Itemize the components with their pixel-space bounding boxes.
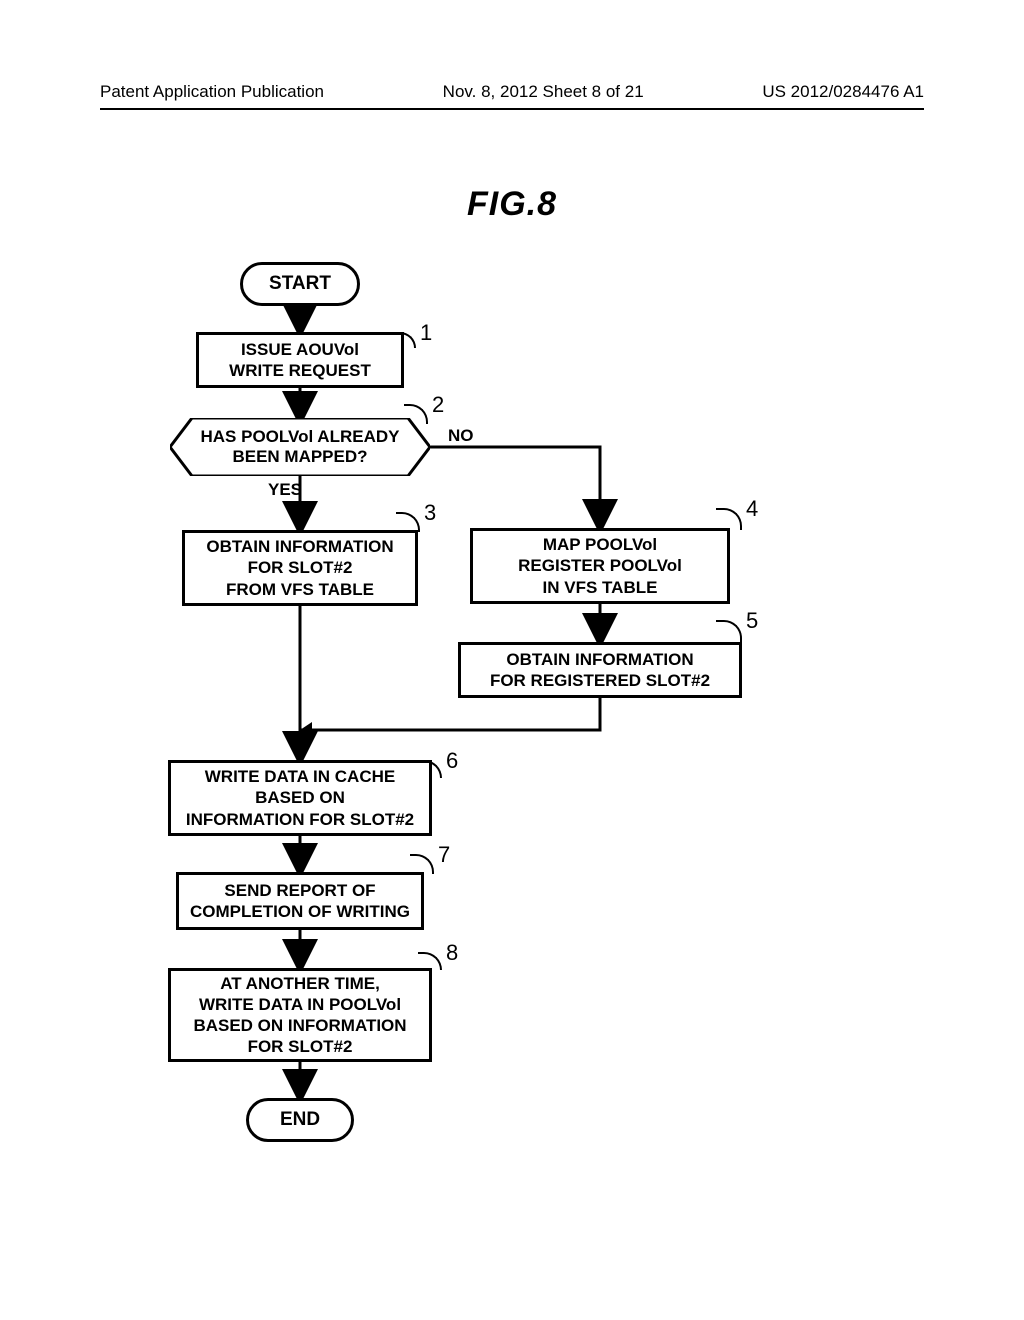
step1-text: ISSUE AOUVol WRITE REQUEST: [229, 339, 371, 382]
terminator-end: END: [246, 1098, 354, 1142]
terminator-start: START: [240, 262, 360, 306]
ref-num-8: 8: [446, 940, 458, 966]
process-step-6: WRITE DATA IN CACHE BASED ON INFORMATION…: [168, 760, 432, 836]
end-label: END: [280, 1109, 320, 1131]
process-step-3: OBTAIN INFORMATION FOR SLOT#2 FROM VFS T…: [182, 530, 418, 606]
step6-text: WRITE DATA IN CACHE BASED ON INFORMATION…: [186, 766, 414, 830]
connector-lines: [0, 250, 1024, 1250]
decision-text: HAS POOLVol ALREADY BEEN MAPPED?: [201, 427, 400, 468]
branch-yes-label: YES: [268, 480, 302, 500]
figure-title: FIG.8: [0, 185, 1024, 224]
process-step-4: MAP POOLVol REGISTER POOLVol IN VFS TABL…: [470, 528, 730, 604]
branch-no-label: NO: [448, 426, 474, 446]
process-step-1: ISSUE AOUVol WRITE REQUEST: [196, 332, 404, 388]
ref-num-5: 5: [746, 608, 758, 634]
start-label: START: [269, 273, 331, 295]
step7-text: SEND REPORT OF COMPLETION OF WRITING: [190, 880, 410, 923]
header-left: Patent Application Publication: [100, 82, 324, 102]
ref-num-6: 6: [446, 748, 458, 774]
header-center: Nov. 8, 2012 Sheet 8 of 21: [443, 82, 644, 102]
page-header: Patent Application Publication Nov. 8, 2…: [0, 82, 1024, 102]
header-right: US 2012/0284476 A1: [762, 82, 924, 102]
ref-num-2: 2: [432, 392, 444, 418]
flowchart-canvas: START ISSUE AOUVol WRITE REQUEST 1 HAS P…: [0, 250, 1024, 1250]
step4-text: MAP POOLVol REGISTER POOLVol IN VFS TABL…: [518, 534, 682, 598]
ref-num-7: 7: [438, 842, 450, 868]
ref-num-1: 1: [420, 320, 432, 346]
ref-num-4: 4: [746, 496, 758, 522]
ref-num-3: 3: [424, 500, 436, 526]
step8-text: AT ANOTHER TIME, WRITE DATA IN POOLVol B…: [193, 973, 406, 1058]
step3-text: OBTAIN INFORMATION FOR SLOT#2 FROM VFS T…: [206, 536, 393, 600]
process-step-8: AT ANOTHER TIME, WRITE DATA IN POOLVol B…: [168, 968, 432, 1062]
process-step-7: SEND REPORT OF COMPLETION OF WRITING: [176, 872, 424, 930]
header-rule: [100, 108, 924, 110]
process-step-5: OBTAIN INFORMATION FOR REGISTERED SLOT#2: [458, 642, 742, 698]
step5-text: OBTAIN INFORMATION FOR REGISTERED SLOT#2: [490, 649, 710, 692]
decision-step-2: HAS POOLVol ALREADY BEEN MAPPED?: [170, 418, 430, 476]
